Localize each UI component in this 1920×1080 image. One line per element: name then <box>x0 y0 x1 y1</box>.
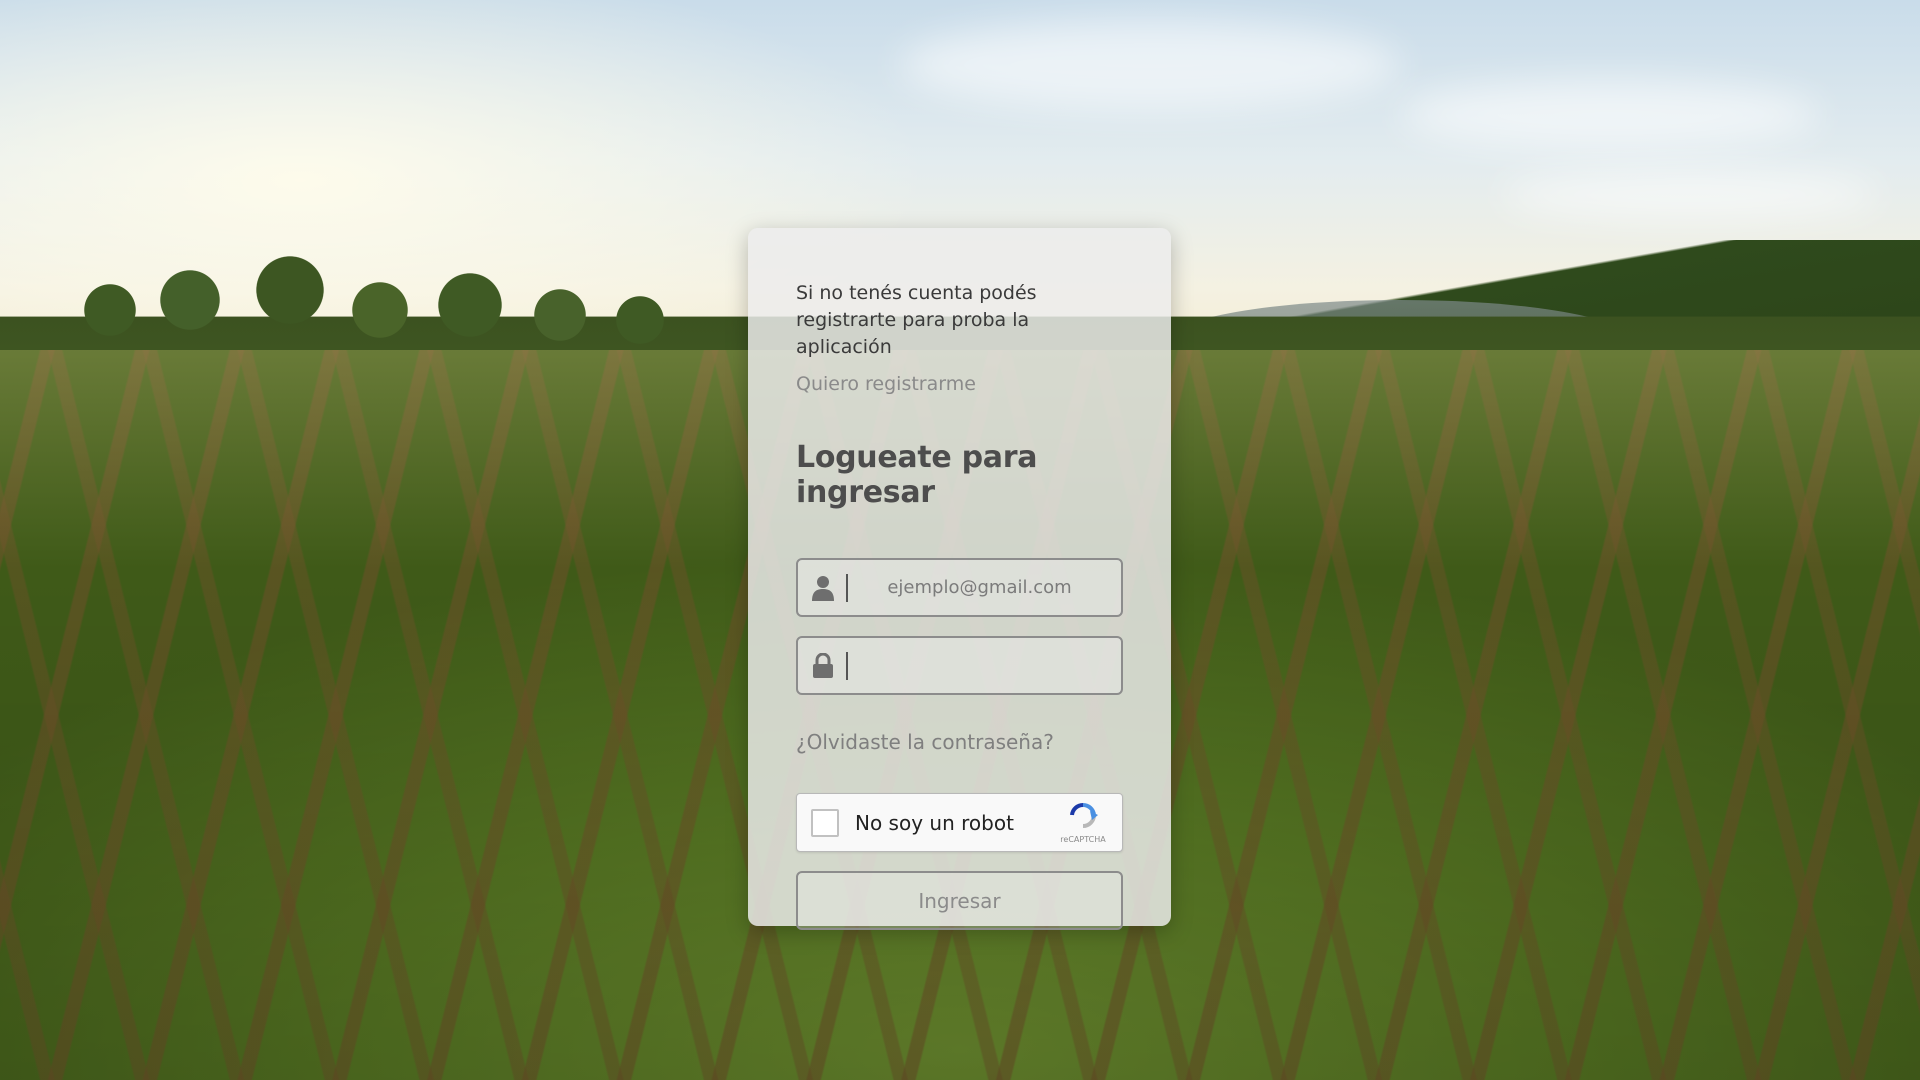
email-field[interactable] <box>796 558 1123 617</box>
recaptcha-brand: reCAPTCHA <box>1060 835 1106 844</box>
recaptcha-icon <box>1070 802 1098 828</box>
email-input[interactable] <box>848 560 1121 615</box>
cloud <box>900 20 1400 110</box>
password-field[interactable] <box>796 636 1123 695</box>
recaptcha-label: No soy un robot <box>855 810 1014 835</box>
password-input[interactable] <box>848 638 1121 693</box>
recaptcha-logo: reCAPTCHA <box>1058 802 1108 844</box>
lock-icon <box>798 652 848 679</box>
page-title: Logueate para ingresar <box>796 440 1038 510</box>
cloud <box>1400 80 1820 150</box>
register-link[interactable]: Quiero registrarme <box>796 373 1123 395</box>
user-icon <box>798 575 848 601</box>
recaptcha-checkbox[interactable] <box>811 808 839 837</box>
cloud <box>1500 170 1880 220</box>
register-prompt: Si no tenés cuenta podés registrarte par… <box>796 282 1037 358</box>
login-button[interactable]: Ingresar <box>796 871 1123 930</box>
forgot-password-link[interactable]: ¿Olvidaste la contraseña? <box>796 730 1123 754</box>
recaptcha-widget: No soy un robot reCAPTCHA <box>796 793 1123 852</box>
login-card: Si no tenés cuenta podés registrarte par… <box>748 228 1171 930</box>
